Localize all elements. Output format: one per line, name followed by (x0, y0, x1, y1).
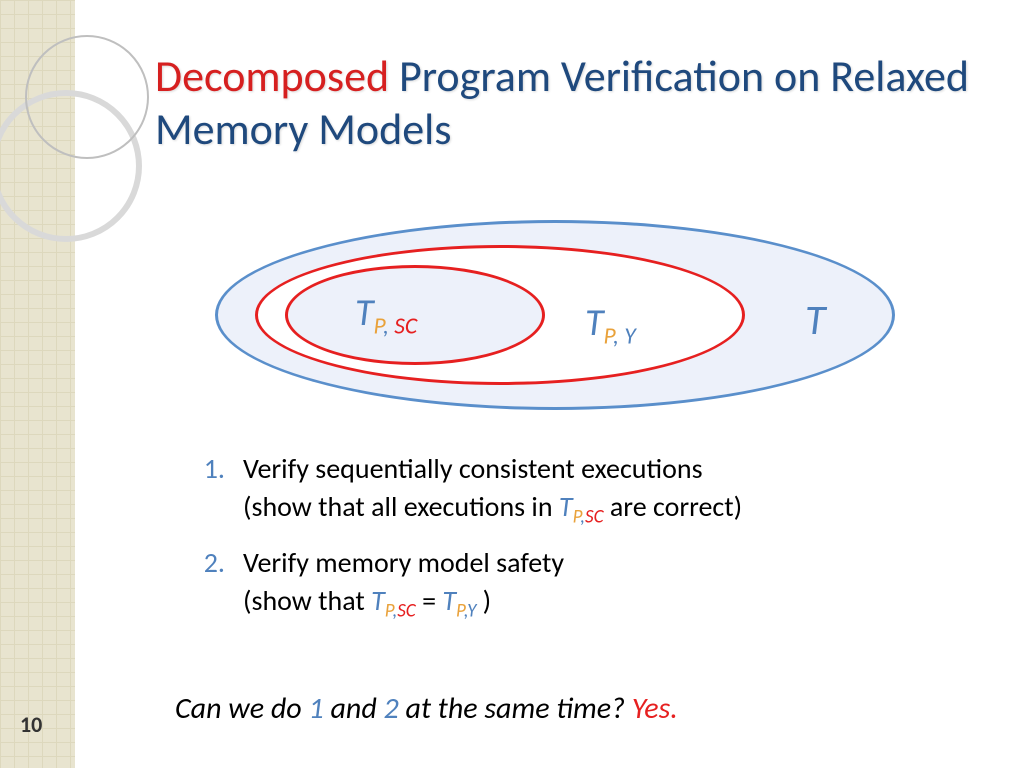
label-T: T (805, 295, 825, 346)
y: Y (467, 599, 476, 622)
label-P: P (604, 323, 614, 351)
venn-diagram: TP, SC TP, Y T (215, 220, 915, 410)
label-TPSC: TP, SC (355, 290, 417, 341)
question-line: Can we do 1 and 2 at the same time? Yes. (175, 690, 678, 727)
list-text-1: Verify sequentially consistent execution… (243, 450, 935, 530)
eq: = (416, 583, 443, 618)
q-a: Can we do (175, 690, 308, 727)
line: (show that (243, 583, 371, 618)
label-TPY: TP, Y (585, 300, 636, 351)
slide-title: Decomposed Program Verification on Relax… (155, 50, 975, 156)
page-number: 10 (20, 711, 42, 738)
line: are correct) (604, 489, 743, 524)
list-text-2: Verify memory model safety (show that TP… (243, 544, 935, 624)
label-sep: , (613, 323, 624, 351)
t: T (371, 583, 385, 618)
line: ) (476, 583, 491, 618)
label-T: T (355, 290, 374, 336)
inline-TPSC: TP,SC (371, 583, 416, 618)
label-sep: , (383, 313, 394, 341)
label-P: P (374, 313, 384, 341)
sc: SC (585, 505, 604, 528)
label-T: T (585, 300, 604, 346)
t: T (559, 489, 573, 524)
list-number-1: 1. (175, 450, 243, 530)
numbered-list: 1. Verify sequentially consistent execut… (175, 450, 935, 638)
line: (show that all executions in (243, 489, 559, 524)
q-n1: 1 (308, 690, 323, 727)
line: Verify memory model safety (243, 545, 564, 580)
sc: SC (397, 599, 416, 622)
label-SC: SC (394, 313, 417, 341)
list-number-2: 2. (175, 544, 243, 624)
p: P (456, 599, 464, 622)
list-item: 1. Verify sequentially consistent execut… (175, 450, 935, 530)
q-n2: 2 (384, 690, 399, 727)
label-Y: Y (624, 323, 635, 351)
label-T-text: T (805, 295, 825, 346)
line: Verify sequentially consistent execution… (243, 451, 703, 486)
slide-content: Decomposed Program Verification on Relax… (75, 0, 1024, 768)
q-c: at the same time? (399, 690, 632, 727)
q-b: and (324, 690, 384, 727)
inline-TPSC: TP,SC (559, 489, 604, 524)
q-answer: Yes. (632, 690, 678, 727)
inline-TPY: TP,Y (442, 583, 476, 618)
t: T (442, 583, 456, 618)
title-highlight: Decomposed (155, 49, 389, 103)
list-item: 2. Verify memory model safety (show that… (175, 544, 935, 624)
